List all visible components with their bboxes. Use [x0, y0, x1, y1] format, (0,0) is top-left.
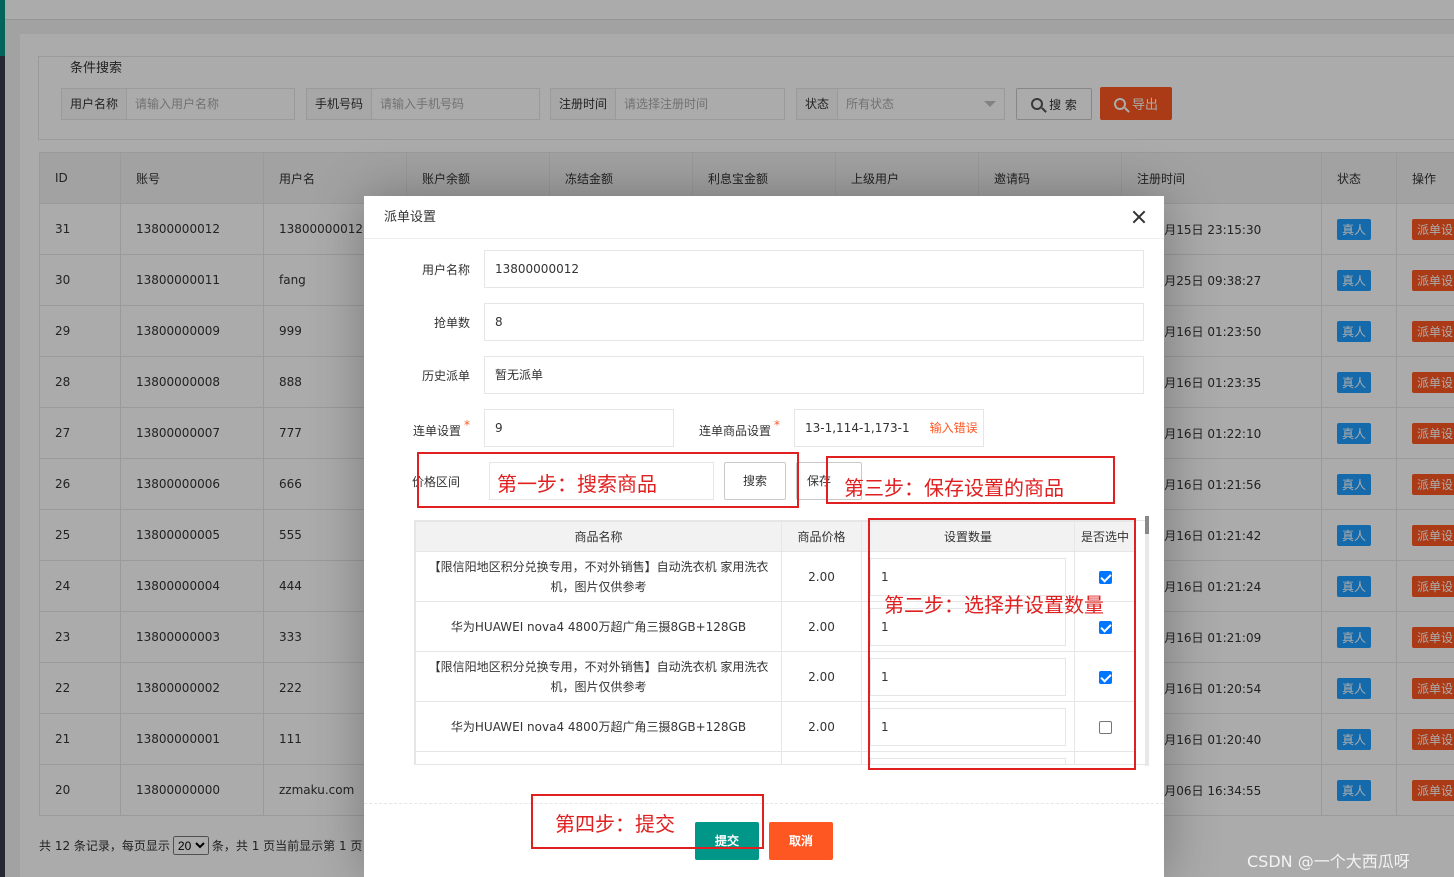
required-mark: * [464, 417, 470, 432]
grab-count-field[interactable]: 8 [484, 303, 1144, 341]
history-field[interactable]: 暂无派单 [484, 356, 1144, 394]
product-price [781, 751, 862, 764]
modal-header: 派单设置 [364, 196, 1164, 239]
product-name: 【限信阳地区积分兑换专用，不对外销售】自动洗衣机 家用洗衣 [415, 751, 782, 764]
modal-title: 派单设置 [384, 210, 437, 225]
chain-label-text: 连单设置 [412, 423, 461, 438]
close-icon[interactable] [1130, 208, 1148, 226]
history-row: 历史派单 暂无派单 [364, 356, 1144, 394]
product-price: 2.00 [781, 651, 862, 702]
step2-box [868, 518, 1136, 770]
grab-count-label: 抢单数 [433, 315, 470, 330]
step1-text: 第一步：搜索商品 [497, 472, 657, 496]
modal-footer-divider [364, 803, 1164, 804]
username-field[interactable]: 13800000012 [484, 250, 1144, 288]
product-price: 2.00 [781, 701, 862, 752]
product-price: 2.00 [781, 601, 862, 652]
chain-field[interactable]: 9 [484, 409, 674, 447]
product-scrollbar-thumb[interactable] [1145, 516, 1149, 534]
product-scrollbar[interactable] [1145, 516, 1149, 766]
chain-goods-label: 连单商品设置 * [674, 418, 794, 439]
username-label: 用户名称 [421, 262, 470, 277]
chain-goods-value: 13-1,114-1,173-1 [805, 421, 910, 435]
step3-text: 第三步：保存设置的商品 [844, 476, 1064, 500]
step4-text: 第四步：提交 [555, 812, 675, 836]
history-label: 历史派单 [421, 368, 470, 383]
chain-goods-field[interactable]: 13-1,114-1,173-1 输入错误 [794, 409, 984, 447]
col-header: 商品价格 [781, 521, 862, 552]
csdn-watermark: CSDN @一个大西瓜呀 [1247, 852, 1410, 871]
step2-text: 第二步：选择并设置数量 [884, 593, 1104, 617]
product-name: 【限信阳地区积分兑换专用，不对外销售】自动洗衣机 家用洗衣机，图片仅供参考 [415, 551, 782, 602]
product-name: 华为HUAWEI nova4 4800万超广角三摄8GB+128GB [415, 701, 782, 752]
grab-count-row: 抢单数 8 [364, 303, 1144, 341]
product-name: 【限信阳地区积分兑换专用，不对外销售】自动洗衣机 家用洗衣机，图片仅供参考 [415, 651, 782, 702]
username-row: 用户名称 13800000012 [364, 250, 1144, 288]
chain-row: 连单设置 * 9 连单商品设置 * 13-1,114-1,173-1 输入错误 [364, 409, 984, 447]
chain-label: 连单设置 * [364, 418, 484, 439]
col-header: 商品名称 [415, 521, 782, 552]
chain-goods-error: 输入错误 [929, 421, 978, 435]
product-name: 华为HUAWEI nova4 4800万超广角三摄8GB+128GB [415, 601, 782, 652]
product-price: 2.00 [781, 551, 862, 602]
chain-goods-label-text: 连单商品设置 [698, 423, 771, 438]
required-mark: * [774, 417, 780, 432]
cancel-button[interactable]: 取消 [769, 822, 833, 860]
